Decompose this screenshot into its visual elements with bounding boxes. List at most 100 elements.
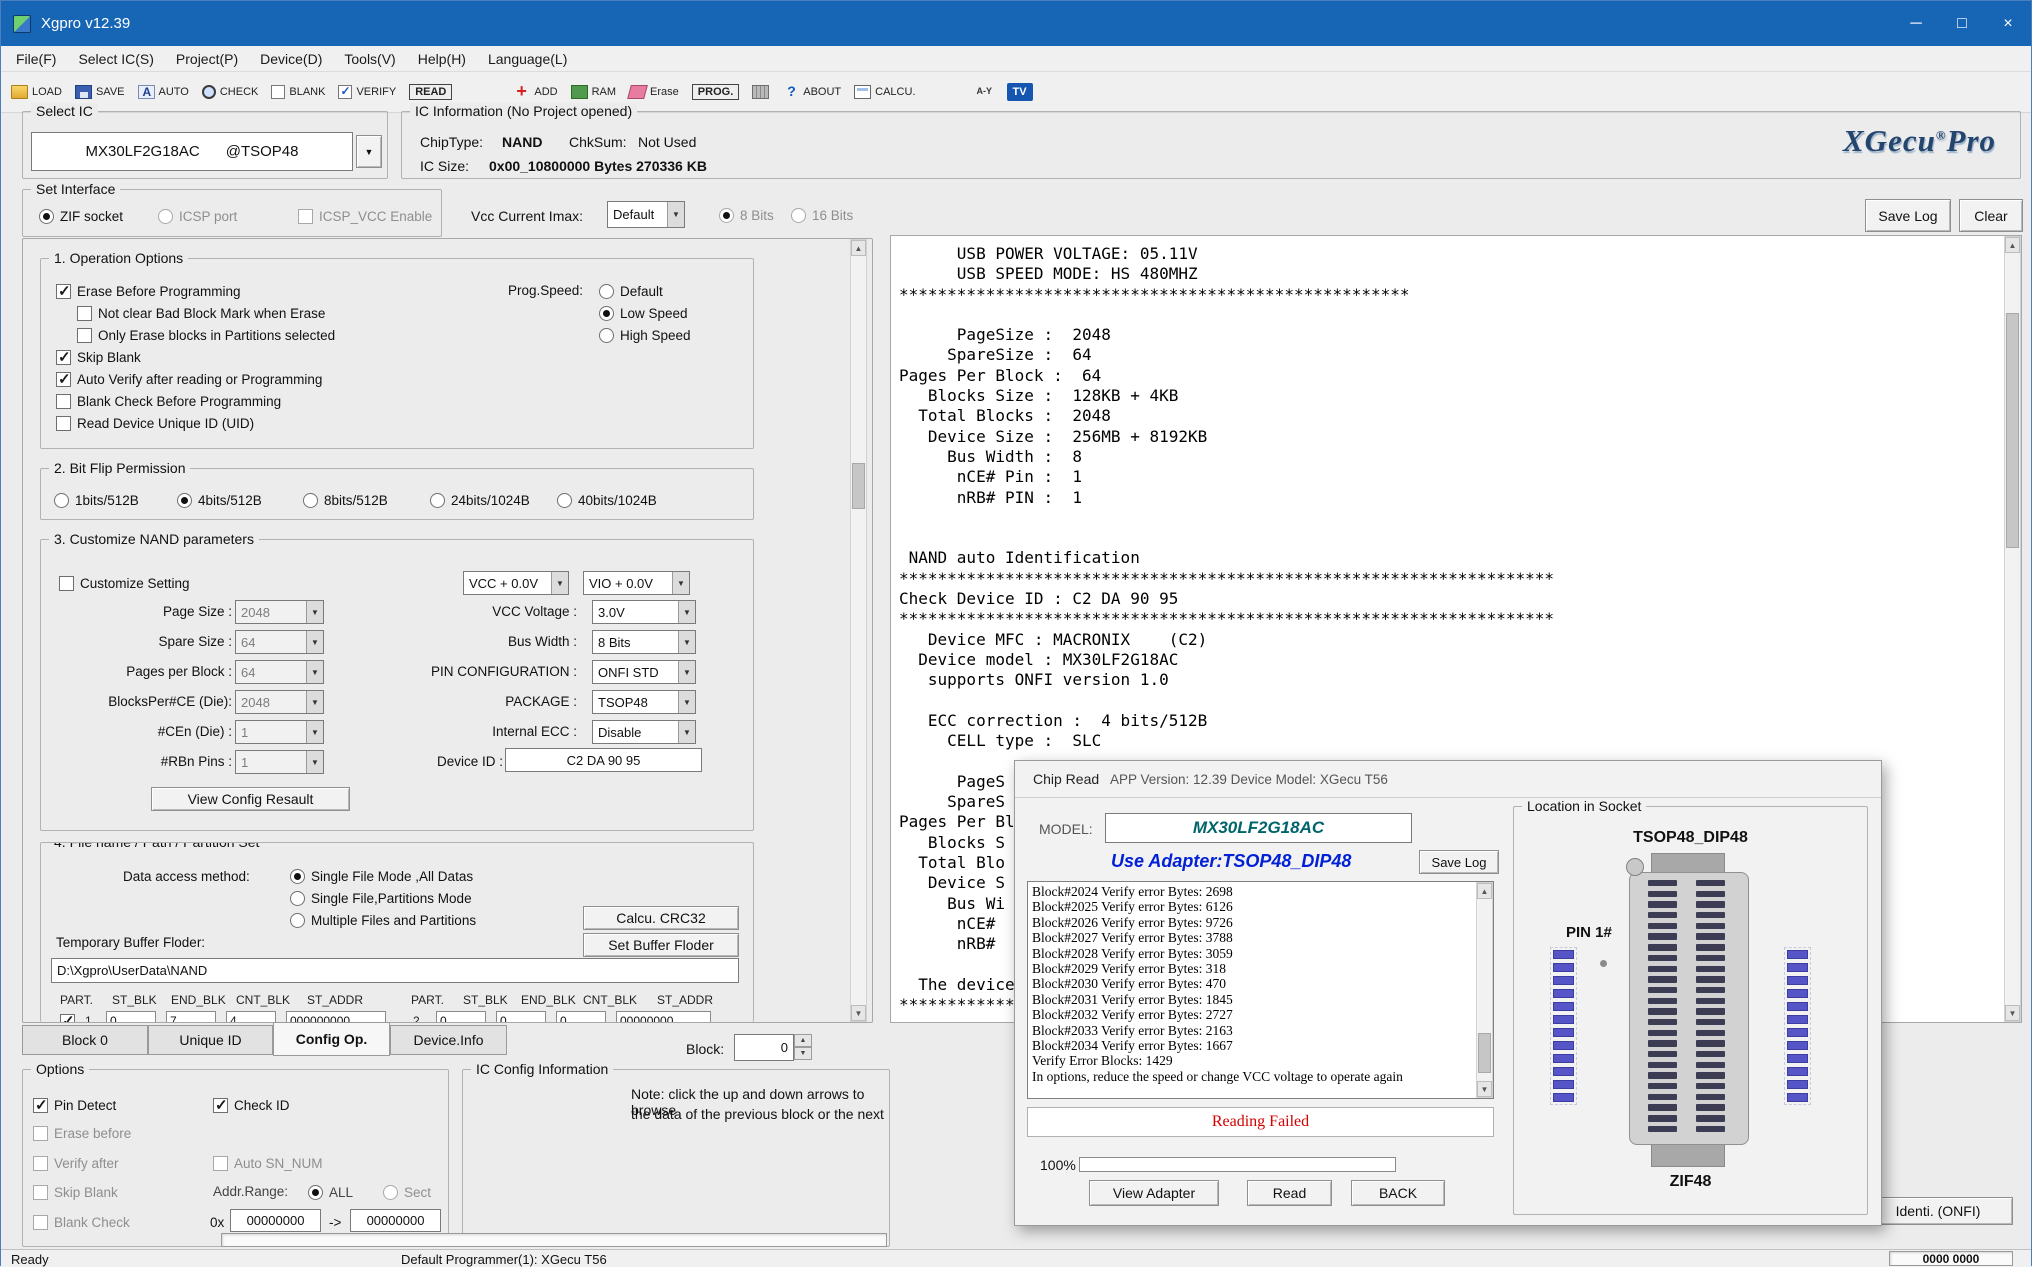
save-log-button[interactable]: Save Log	[1865, 199, 1951, 232]
partition-cell[interactable]: 00000000	[616, 1011, 711, 1022]
icsp-vcc-checkbox[interactable]: ICSP_VCC Enable	[298, 206, 432, 226]
addr-to-field[interactable]: 00000000	[350, 1209, 441, 1232]
partition-cell[interactable]: 000000000	[286, 1011, 386, 1022]
close-button[interactable]: ×	[1985, 1, 2031, 46]
toolbar-blank-button[interactable]: BLANK	[271, 76, 325, 108]
scrollbar-thumb[interactable]	[1478, 1033, 1491, 1073]
menu-item-6[interactable]: Language(L)	[477, 51, 578, 67]
clear-button[interactable]: Clear	[1959, 199, 2023, 232]
nand-right-dropdown-2[interactable]: ONFI STD▼	[592, 660, 696, 684]
tab-config-op[interactable]: Config Op.	[273, 1022, 390, 1056]
menu-item-0[interactable]: File(F)	[5, 51, 67, 67]
op-option-2[interactable]: Only Erase blocks in Partitions selected	[77, 325, 335, 345]
dialog-save-log-button[interactable]: Save Log	[1419, 850, 1499, 874]
toolbar-ic-grid-button[interactable]	[752, 76, 769, 108]
icsp-port-radio[interactable]: ICSP port	[158, 206, 237, 226]
scrollbar-thumb[interactable]	[852, 463, 865, 509]
view-adapter-button[interactable]: View Adapter	[1089, 1180, 1219, 1206]
tab-block0[interactable]: Block 0	[22, 1025, 148, 1055]
block-up-icon[interactable]: ▲	[794, 1034, 812, 1047]
select-ic-dropdown-button[interactable]: ▼	[356, 135, 382, 168]
speed-option-2[interactable]: High Speed	[599, 325, 691, 345]
bits16-radio[interactable]: 16 Bits	[791, 205, 853, 225]
scroll-up-icon[interactable]: ▲	[2005, 237, 2020, 253]
socket-slot	[1648, 891, 1677, 897]
menu-item-2[interactable]: Project(P)	[165, 51, 249, 67]
nand-right-dropdown-3[interactable]: TSOP48▼	[592, 690, 696, 714]
skip-blank-checkbox[interactable]: Skip Blank	[33, 1182, 118, 1202]
maximize-button[interactable]: □	[1939, 1, 1985, 46]
check-id-checkbox[interactable]: Check ID	[213, 1095, 290, 1115]
zif-socket-radio[interactable]: ZIF socket	[39, 206, 123, 226]
bit-flip-option-3[interactable]: 24bits/1024B	[430, 490, 530, 510]
toolbar-prog-button[interactable]: PROG.	[692, 76, 739, 108]
addr-sect-radio[interactable]: Sect	[383, 1182, 431, 1202]
op-option-6[interactable]: Read Device Unique ID (UID)	[56, 413, 254, 433]
toolbar-calcu-button[interactable]: CALCU.	[854, 76, 915, 108]
minimize-button[interactable]: ─	[1893, 1, 1939, 46]
toolbar-auto-button[interactable]: AUTO	[138, 76, 189, 108]
socket-slot	[1696, 1008, 1725, 1014]
bits8-radio[interactable]: 8 Bits	[719, 205, 774, 225]
scroll-down-icon[interactable]: ▼	[851, 1005, 866, 1021]
toolbar-tv-button[interactable]: TV	[1007, 76, 1033, 108]
scroll-up-icon[interactable]: ▲	[1477, 883, 1492, 899]
menu-item-5[interactable]: Help(H)	[407, 51, 477, 67]
scrollbar-thumb[interactable]	[2006, 313, 2019, 548]
pin-detect-checkbox[interactable]: Pin Detect	[33, 1095, 116, 1115]
nand-right-dropdown-4[interactable]: Disable▼	[592, 720, 696, 744]
partition-cell[interactable]: 0	[556, 1011, 606, 1022]
toolbar-convert-button[interactable]	[977, 76, 994, 108]
toolbar-about-button[interactable]: ABOUT	[782, 76, 841, 108]
back-button[interactable]: BACK	[1351, 1180, 1445, 1206]
partition-cell[interactable]: 0	[436, 1011, 486, 1022]
toolbar-verify-button[interactable]: VERIFY	[338, 76, 396, 108]
scroll-up-icon[interactable]: ▲	[851, 240, 866, 256]
tab-device-info[interactable]: Device.Info	[390, 1025, 507, 1055]
menu-item-4[interactable]: Tools(V)	[333, 51, 406, 67]
identi-onfi-button[interactable]: Identi. (ONFI)	[1863, 1197, 2013, 1225]
blank-check-checkbox[interactable]: Blank Check	[33, 1212, 130, 1232]
nand-right-dropdown-1[interactable]: 8 Bits▼	[592, 630, 696, 654]
bit-flip-option-4[interactable]: 40bits/1024B	[557, 490, 657, 510]
partition-cell[interactable]: 4	[226, 1011, 276, 1022]
verify-after-checkbox[interactable]: Verify after	[33, 1153, 119, 1173]
addr-from-field[interactable]: 00000000	[230, 1209, 321, 1232]
nand-right-dropdown-0[interactable]: 3.0V▼	[592, 600, 696, 624]
bit-flip-option-0[interactable]: 1bits/512B	[54, 490, 139, 510]
partition-cell[interactable]: 0	[496, 1011, 546, 1022]
select-ic-combo[interactable]: MX30LF2G18AC @TSOP48	[31, 132, 353, 171]
left-panel-scrollbar[interactable]: ▲ ▼	[850, 239, 867, 1022]
partition-row-check[interactable]	[60, 1011, 75, 1022]
partition-cell[interactable]: 7	[166, 1011, 216, 1022]
vcc-imax-dropdown[interactable]: Default▼	[607, 201, 685, 228]
block-down-icon[interactable]: ▼	[794, 1047, 812, 1060]
read-button[interactable]: Read	[1247, 1180, 1332, 1206]
bit-flip-option-1[interactable]: 4bits/512B	[177, 490, 262, 510]
tab-unique-id[interactable]: Unique ID	[148, 1025, 273, 1055]
op-option-1[interactable]: Not clear Bad Block Mark when Erase	[77, 303, 325, 323]
addr-all-radio[interactable]: ALL	[308, 1182, 353, 1202]
block-value-field[interactable]: 0	[734, 1034, 794, 1061]
auto-sn-checkbox[interactable]: Auto SN_NUM	[213, 1153, 323, 1173]
console-scrollbar[interactable]: ▲ ▼	[2004, 236, 2021, 1022]
speed-option-1[interactable]: Low Speed	[599, 303, 688, 323]
op-option-5[interactable]: Blank Check Before Programming	[56, 391, 281, 411]
bit-flip-option-2[interactable]: 8bits/512B	[303, 490, 388, 510]
menu-item-1[interactable]: Select IC(S)	[67, 51, 164, 67]
op-option-3[interactable]: Skip Blank	[56, 347, 141, 367]
list-scrollbar[interactable]: ▲ ▼	[1476, 882, 1493, 1098]
erase-before-checkbox[interactable]: Erase before	[33, 1123, 131, 1143]
speed-option-0[interactable]: Default	[599, 281, 663, 301]
device-id-field[interactable]: C2 DA 90 95	[505, 748, 702, 772]
verify-error-list[interactable]: Block#2024 Verify error Bytes: 2698Block…	[1027, 881, 1494, 1099]
socket-lever-icon[interactable]	[1626, 858, 1644, 876]
op-option-4[interactable]: Auto Verify after reading or Programming	[56, 369, 322, 389]
toolbar-check-button[interactable]: CHECK	[202, 76, 259, 108]
view-config-button[interactable]: View Config Resault	[151, 787, 350, 811]
scroll-down-icon[interactable]: ▼	[1477, 1081, 1492, 1097]
menu-item-3[interactable]: Device(D)	[249, 51, 333, 67]
scroll-down-icon[interactable]: ▼	[2005, 1005, 2020, 1021]
partition-cell[interactable]: 0	[106, 1011, 156, 1022]
op-option-0[interactable]: Erase Before Programming	[56, 281, 241, 301]
